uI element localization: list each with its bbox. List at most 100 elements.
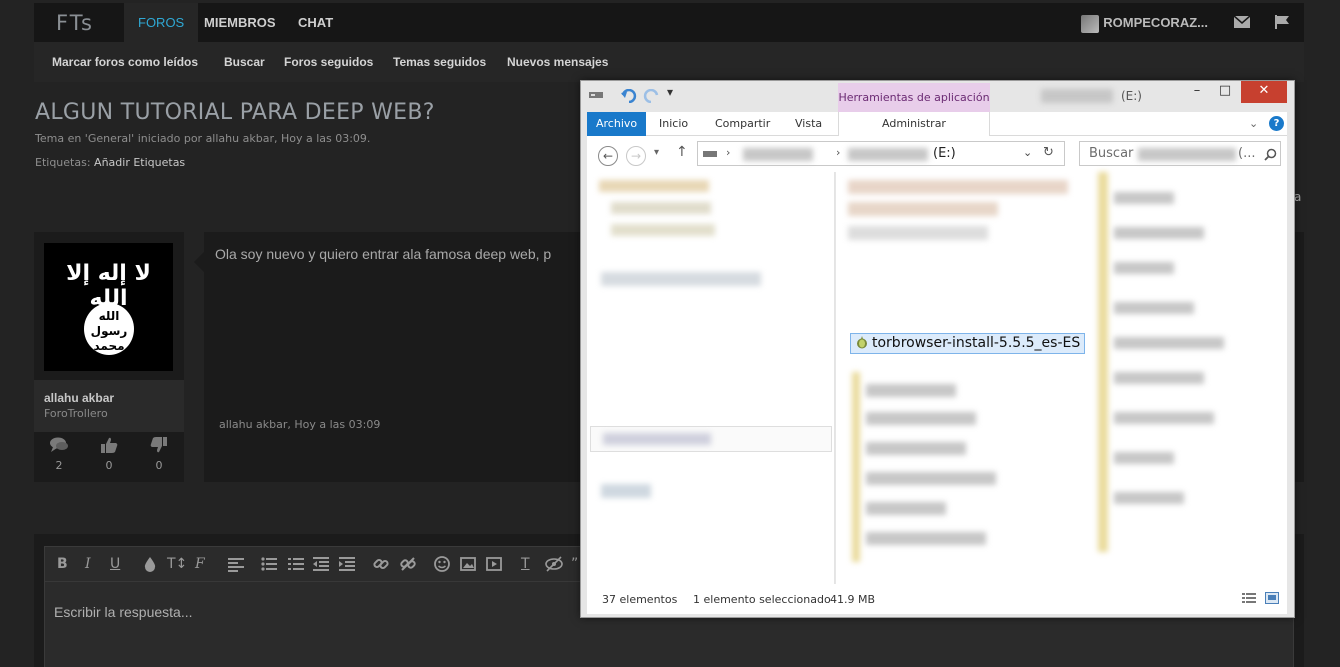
stat-dislikes-count: 0: [155, 459, 163, 472]
blurred-file-row: [866, 384, 956, 397]
unlink-icon[interactable]: [400, 556, 416, 572]
forum-top-bar: FTs FOROS MIEMBROS CHAT ROMPECORAZ...: [34, 3, 1304, 42]
italic-icon[interactable]: I: [85, 556, 91, 572]
address-dropdown-icon[interactable]: ⌄: [1023, 146, 1032, 159]
explorer-title-bar[interactable]: ▾ Herramientas de aplicación (E:) – □ ✕: [581, 81, 1294, 113]
subnav-followed-threads[interactable]: Temas seguidos: [393, 55, 486, 69]
address-bar[interactable]: › › (E:) ⌄ ↻: [697, 141, 1065, 166]
subnav-new-posts[interactable]: Nuevos mensajes: [507, 55, 608, 69]
application-tools-tab[interactable]: Herramientas de aplicación: [838, 83, 990, 113]
maximize-button[interactable]: □: [1213, 81, 1237, 103]
minimize-button[interactable]: –: [1185, 81, 1209, 103]
envelope-icon[interactable]: [1234, 15, 1250, 29]
drive-small-icon: [703, 151, 717, 157]
forward-button[interactable]: →: [626, 146, 646, 166]
refresh-icon[interactable]: ↻: [1043, 145, 1054, 160]
post-author[interactable]: allahu akbar: [44, 391, 174, 405]
truncated-text: a: [1294, 190, 1302, 204]
tab-archivo[interactable]: Archivo: [587, 112, 647, 136]
recent-locations-icon[interactable]: ▾: [654, 147, 659, 158]
navigation-pane[interactable]: [587, 172, 835, 584]
file-list-pane[interactable]: torbrowser-install-5.5.5_es-ES: [836, 172, 1287, 584]
blurred-file-row: [848, 202, 998, 216]
bullet-list-icon[interactable]: [261, 556, 277, 572]
post-message: Ola soy nuevo y quiero entrar ala famosa…: [194, 232, 584, 482]
blurred-nav-item: [611, 202, 711, 214]
tab-administrar[interactable]: Administrar: [838, 112, 990, 136]
quote-icon[interactable]: ”: [571, 556, 578, 572]
subnav-search[interactable]: Buscar: [224, 55, 265, 69]
search-box[interactable]: Buscar (...: [1079, 141, 1281, 166]
qat-dropdown-icon[interactable]: ▾: [667, 85, 673, 99]
blurred-file-row: [848, 226, 988, 240]
tags-label: Etiquetas:: [35, 156, 91, 169]
thread-tags: Etiquetas: Añadir Etiquetas: [35, 156, 185, 169]
details-view-icon[interactable]: [1242, 592, 1256, 604]
user-menu[interactable]: ROMPECORAZ...: [1081, 3, 1208, 42]
post-footer[interactable]: allahu akbar, Hoy a las 03:09: [219, 418, 380, 431]
file-explorer-window[interactable]: ▾ Herramientas de aplicación (E:) – □ ✕ …: [580, 80, 1295, 618]
thread-title: ALGUN TUTORIAL PARA DEEP WEB?: [35, 100, 435, 125]
nav-tab-foros[interactable]: FOROS: [124, 3, 199, 42]
blurred-file-row: [1114, 337, 1224, 349]
item-count: 37 elementos: [602, 593, 678, 606]
search-scope-suffix: (...: [1238, 146, 1256, 161]
blurred-nav-item: [611, 224, 715, 236]
blurred-nav-item: [601, 484, 651, 498]
blurred-breadcrumb: [743, 148, 813, 161]
avatar[interactable]: لا إله إلا الله الله رسول محمد: [44, 243, 173, 371]
forum-sub-nav: Marcar foros como leídos Buscar Foros se…: [34, 42, 1304, 82]
blurred-folder-column: [852, 372, 860, 562]
nav-tab-chat[interactable]: CHAT: [298, 3, 333, 42]
selection-size: 41.9 MB: [830, 593, 876, 606]
link-icon[interactable]: [373, 556, 389, 572]
font-size-icon[interactable]: T↕: [167, 556, 187, 572]
up-arrow-icon[interactable]: ↑: [676, 144, 688, 160]
tab-compartir[interactable]: Compartir: [715, 112, 770, 136]
add-tags-link[interactable]: Añadir Etiquetas: [94, 156, 185, 169]
subnav-mark-read[interactable]: Marcar foros como leídos: [52, 55, 198, 69]
indent-icon[interactable]: [339, 556, 355, 572]
selected-file-name: torbrowser-install-5.5.5_es-ES: [872, 335, 1081, 351]
close-button[interactable]: ✕: [1241, 81, 1287, 103]
underline-icon[interactable]: U: [110, 556, 120, 572]
ribbon-expand-icon[interactable]: ⌄: [1249, 112, 1258, 136]
align-icon[interactable]: [228, 556, 244, 572]
thumbs-up-icon: [101, 437, 118, 453]
numbered-list-icon[interactable]: [288, 556, 304, 572]
flag-icon[interactable]: [1274, 15, 1290, 29]
nav-tab-miembros[interactable]: MIEMBROS: [204, 3, 276, 42]
blurred-folder-column-2: [1098, 172, 1108, 552]
blurred-nav-item: [603, 433, 711, 445]
text-color-icon[interactable]: [143, 556, 157, 572]
back-button[interactable]: ←: [598, 146, 618, 166]
bold-icon[interactable]: B: [57, 556, 68, 572]
undo-icon[interactable]: [621, 89, 637, 103]
blurred-file-row: [848, 180, 1068, 194]
selected-file[interactable]: torbrowser-install-5.5.5_es-ES: [850, 333, 1086, 354]
font-family-icon[interactable]: F: [195, 556, 205, 572]
image-icon[interactable]: [460, 556, 476, 572]
smiley-icon[interactable]: [434, 556, 450, 572]
media-icon[interactable]: [486, 556, 502, 572]
spoiler-icon[interactable]: [545, 556, 563, 572]
tab-vista[interactable]: Vista: [795, 112, 822, 136]
blurred-file-row: [1114, 372, 1204, 384]
redo-icon[interactable]: [643, 89, 659, 103]
large-icons-view-icon[interactable]: [1265, 592, 1279, 604]
reply-placeholder[interactable]: Escribir la respuesta...: [54, 604, 193, 620]
thumbs-down-icon: [150, 437, 167, 453]
site-logo[interactable]: FTs: [56, 11, 94, 35]
subnav-followed-forums[interactable]: Foros seguidos: [284, 55, 373, 69]
search-icon[interactable]: [1264, 148, 1277, 161]
help-icon[interactable]: ?: [1269, 116, 1284, 131]
nav-selected-item[interactable]: [590, 426, 832, 452]
user-info: allahu akbar ForoTrollero: [34, 380, 184, 432]
tab-inicio[interactable]: Inicio: [659, 112, 688, 136]
user-avatar: [1081, 14, 1100, 33]
blurred-file-row: [1114, 452, 1174, 464]
drive-icon: [589, 92, 603, 98]
blurred-file-row: [1114, 192, 1174, 204]
outdent-icon[interactable]: [313, 556, 329, 572]
code-icon[interactable]: T: [521, 556, 530, 572]
